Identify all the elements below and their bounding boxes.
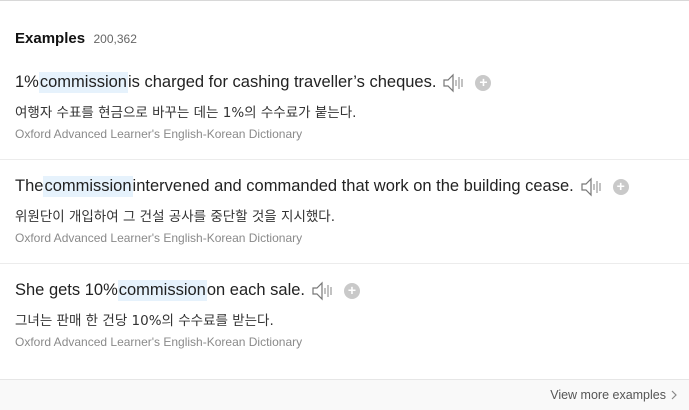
source-dictionary[interactable]: Oxford Advanced Learner's English-Korean… xyxy=(15,335,302,349)
example-sentence: 1% commission is charged for cashing tra… xyxy=(15,72,492,93)
sentence-prefix: The xyxy=(15,177,44,195)
korean-translation: 위원단이 개입하여 그 건설 공사를 중단할 것을 지시했다. xyxy=(15,209,335,225)
speaker-icon[interactable] xyxy=(311,281,335,301)
add-to-wordbook-button[interactable]: + xyxy=(475,74,492,91)
example-sentence: The commission intervened and commanded … xyxy=(15,176,629,197)
top-border xyxy=(0,0,689,1)
source-dictionary[interactable]: Oxford Advanced Learner's English-Korean… xyxy=(15,231,302,245)
footer-bar: View more examples xyxy=(0,379,689,410)
example-sentence: She gets 10% commission on each sale. + xyxy=(15,280,361,301)
sentence-suffix: is charged for cashing traveller’s chequ… xyxy=(127,73,437,91)
sentence-suffix: on each sale. xyxy=(206,281,306,299)
view-more-examples-link[interactable]: View more examples xyxy=(550,388,679,402)
example-count: 200,362 xyxy=(93,32,137,46)
view-more-label: View more examples xyxy=(550,388,666,402)
sentence-prefix: 1% xyxy=(15,73,39,91)
divider xyxy=(0,263,689,264)
section-header: Examples 200,362 xyxy=(15,30,137,48)
korean-translation: 그녀는 판매 한 건당 10%의 수수료를 받는다. xyxy=(15,313,274,329)
section-title: Examples xyxy=(15,30,86,47)
source-dictionary[interactable]: Oxford Advanced Learner's English-Korean… xyxy=(15,127,302,141)
highlighted-keyword[interactable]: commission xyxy=(43,176,133,197)
highlighted-keyword[interactable]: commission xyxy=(38,72,128,93)
sentence-suffix: intervened and commanded that work on th… xyxy=(132,177,574,195)
sentence-prefix: She gets 10% xyxy=(15,281,118,299)
highlighted-keyword[interactable]: commission xyxy=(117,280,207,301)
add-to-wordbook-button[interactable]: + xyxy=(612,178,629,195)
speaker-icon[interactable] xyxy=(580,177,604,197)
add-to-wordbook-button[interactable]: + xyxy=(344,282,361,299)
korean-translation: 여행자 수표를 현금으로 바꾸는 데는 1%의 수수료가 붙는다. xyxy=(15,105,357,121)
speaker-icon[interactable] xyxy=(442,73,466,93)
chevron-right-icon xyxy=(671,390,677,400)
divider xyxy=(0,159,689,160)
